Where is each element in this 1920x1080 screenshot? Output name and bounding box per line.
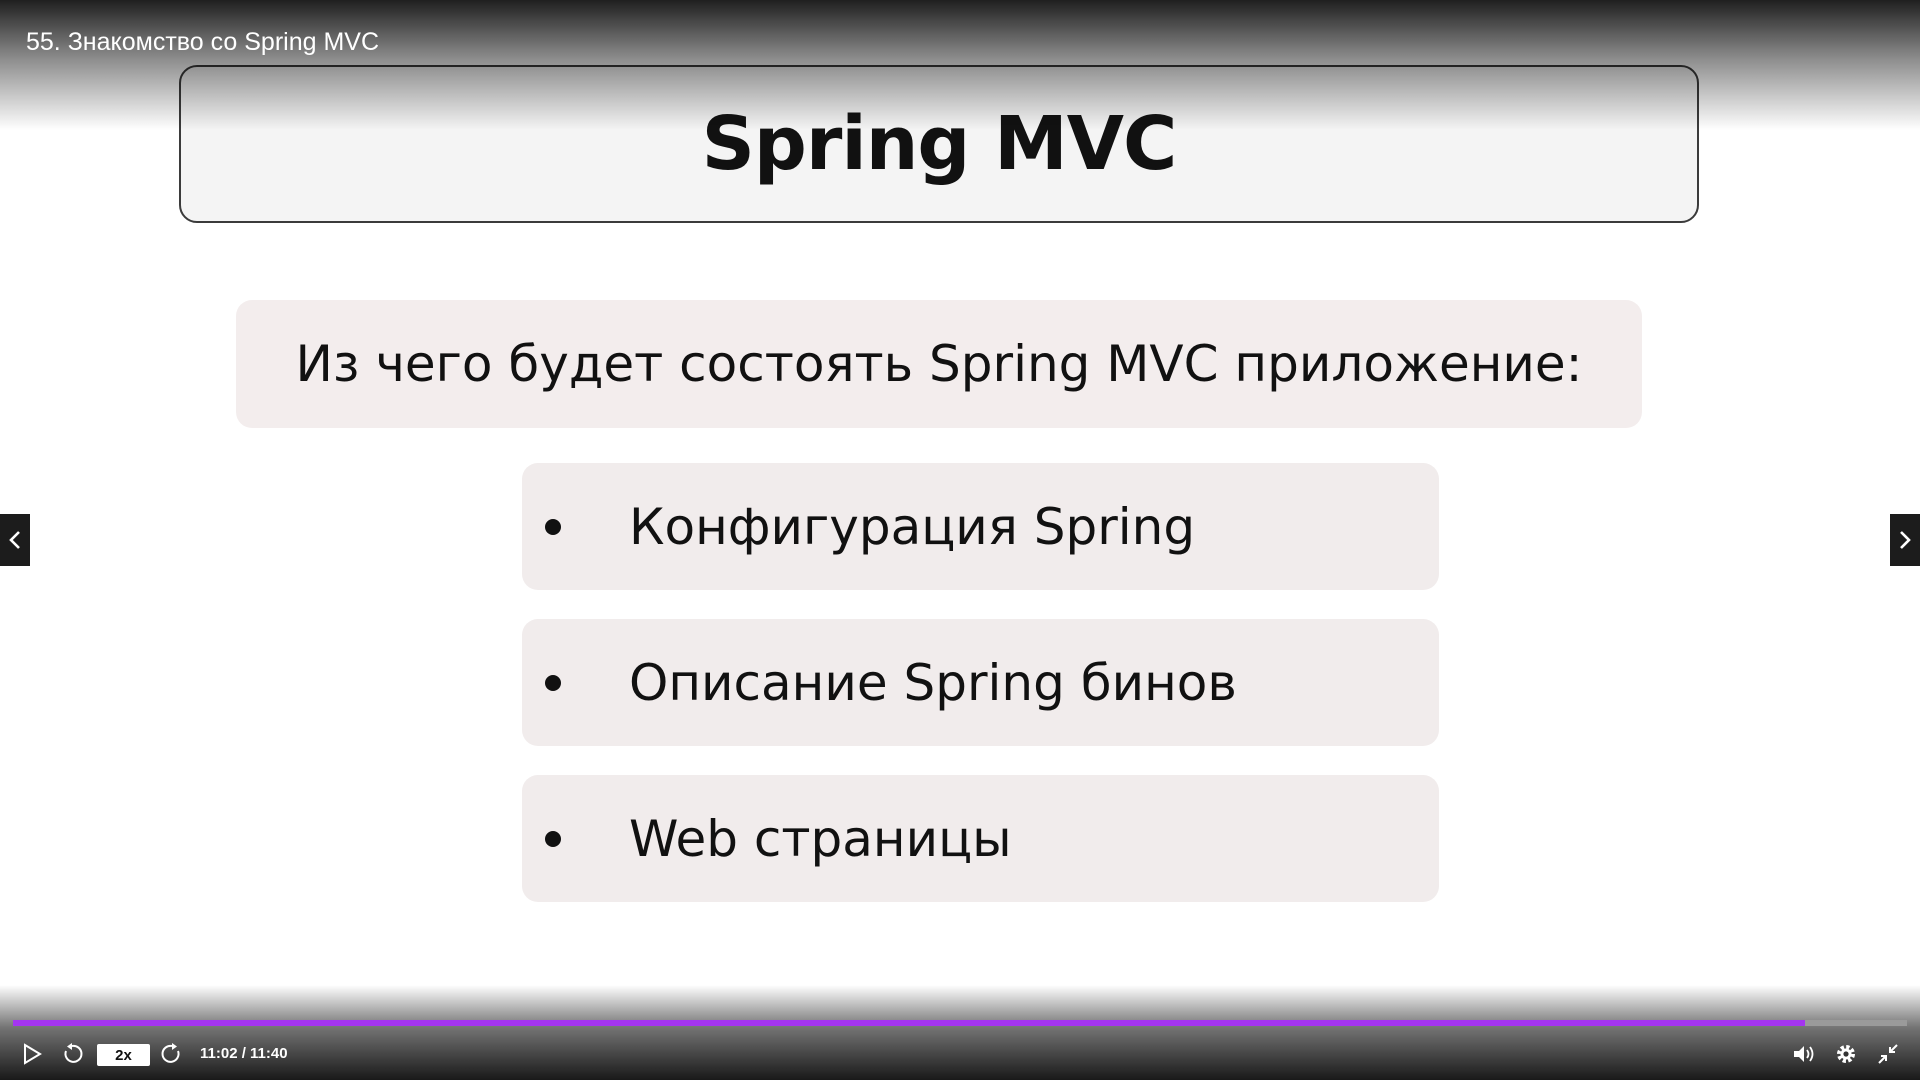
time-readout: 11:02 / 11:40 bbox=[200, 1045, 288, 1062]
slide-heading-box: Из чего будет состоять Spring MVC прилож… bbox=[236, 300, 1642, 428]
slide-title: Spring MVC bbox=[701, 101, 1178, 187]
exit-fullscreen-icon bbox=[1878, 1044, 1898, 1064]
volume-button[interactable] bbox=[1790, 1040, 1818, 1068]
bullet-text: Web страницы bbox=[629, 809, 1012, 868]
bullet-item: Описание Spring бинов bbox=[522, 619, 1439, 746]
forward-button[interactable] bbox=[158, 1040, 186, 1068]
bullet-item: Web страницы bbox=[522, 775, 1439, 902]
settings-button[interactable] bbox=[1832, 1040, 1860, 1068]
bullet-item: Конфигурация Spring bbox=[522, 463, 1439, 590]
control-bar: 2x 11:02 / 11:40 bbox=[0, 1036, 1920, 1072]
previous-lecture-button[interactable] bbox=[0, 514, 30, 566]
play-button[interactable] bbox=[18, 1040, 46, 1068]
volume-icon bbox=[1794, 1046, 1814, 1062]
bullet-text: Конфигурация Spring bbox=[629, 497, 1196, 556]
bullet-dot-icon bbox=[545, 830, 561, 847]
slide-title-box: Spring MVC bbox=[179, 65, 1699, 223]
bullet-dot-icon bbox=[545, 518, 561, 535]
progress-bar-fill bbox=[13, 1020, 1805, 1026]
next-lecture-button[interactable] bbox=[1890, 514, 1920, 566]
exit-fullscreen-button[interactable] bbox=[1874, 1040, 1902, 1068]
rewind-icon bbox=[64, 1043, 83, 1063]
forward-icon bbox=[161, 1043, 180, 1063]
progress-bar[interactable] bbox=[13, 1020, 1907, 1026]
playback-speed-button[interactable]: 2x bbox=[97, 1044, 150, 1066]
video-title: 55. Знакомство со Spring MVC bbox=[26, 28, 380, 56]
chevron-left-icon bbox=[9, 531, 20, 549]
chevron-right-icon bbox=[1900, 531, 1911, 549]
bullet-text: Описание Spring бинов bbox=[629, 653, 1237, 712]
gear-icon bbox=[1837, 1045, 1855, 1063]
rewind-button[interactable] bbox=[58, 1040, 86, 1068]
play-icon bbox=[24, 1043, 42, 1065]
bullet-dot-icon bbox=[545, 674, 561, 691]
slide-heading: Из чего будет состоять Spring MVC прилож… bbox=[295, 335, 1583, 393]
